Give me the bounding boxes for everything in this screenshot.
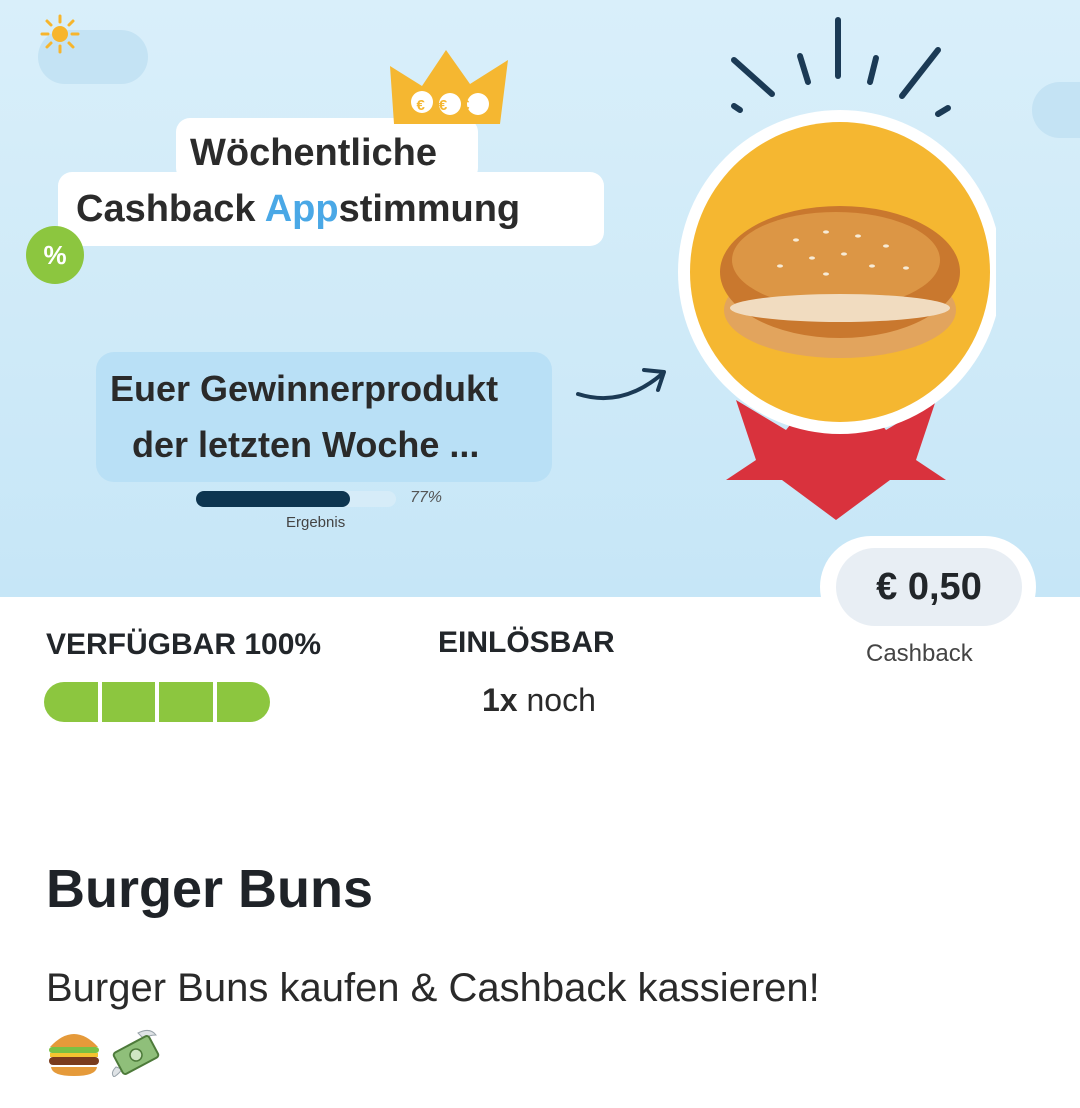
money-with-wings-icon <box>111 1029 160 1077</box>
availability-segment <box>159 682 213 722</box>
availability-segment <box>44 682 98 722</box>
headline-line2: Cashback Appstimmung <box>76 188 520 231</box>
result-progress-fill <box>196 491 350 507</box>
emoji-row <box>46 1024 164 1080</box>
hamburger-icon <box>49 1034 99 1076</box>
cashback-amount: € 0,50 <box>836 548 1022 626</box>
cloud-decoration <box>1032 82 1080 138</box>
headline-line2-post: stimmung <box>338 188 521 230</box>
availability-segment <box>216 682 270 722</box>
headline-accent: App <box>264 188 339 230</box>
redeemable-value: 1x noch <box>482 682 596 719</box>
medal-icon <box>678 17 996 520</box>
winner-line2: der letzten Woche ... <box>132 424 480 465</box>
result-percent: 77% <box>410 489 443 506</box>
available-label: VERFÜGBAR 100% <box>46 628 322 661</box>
redeemable-count: 1x <box>482 682 518 718</box>
redeemable-suffix: noch <box>517 682 596 718</box>
result-label: Ergebnis <box>286 514 346 531</box>
redeemable-label: EINLÖSBAR <box>438 626 615 659</box>
crown-euro-text: €€€ <box>416 97 483 114</box>
availability-bar <box>44 682 270 722</box>
headline-line1: Wöchentliche <box>190 132 438 174</box>
cashback-label: Cashback <box>866 640 973 667</box>
sun-icon <box>40 14 80 54</box>
percent-badge-icon: % <box>26 226 84 284</box>
product-description: Burger Buns kaufen & Cashback kassieren! <box>46 966 820 1010</box>
headline-line2-pre: Cashback <box>76 188 265 230</box>
promo-banner: Wöchentliche Cashback Appstimmung €€€ % … <box>0 0 1080 597</box>
winner-line1: Euer Gewinnerprodukt <box>110 368 499 409</box>
arrow-right-icon <box>576 368 666 401</box>
product-title: Burger Buns <box>46 859 374 919</box>
availability-segment <box>101 682 155 722</box>
result-progress-bar <box>196 491 396 507</box>
crown-icon: €€€ <box>390 50 508 124</box>
